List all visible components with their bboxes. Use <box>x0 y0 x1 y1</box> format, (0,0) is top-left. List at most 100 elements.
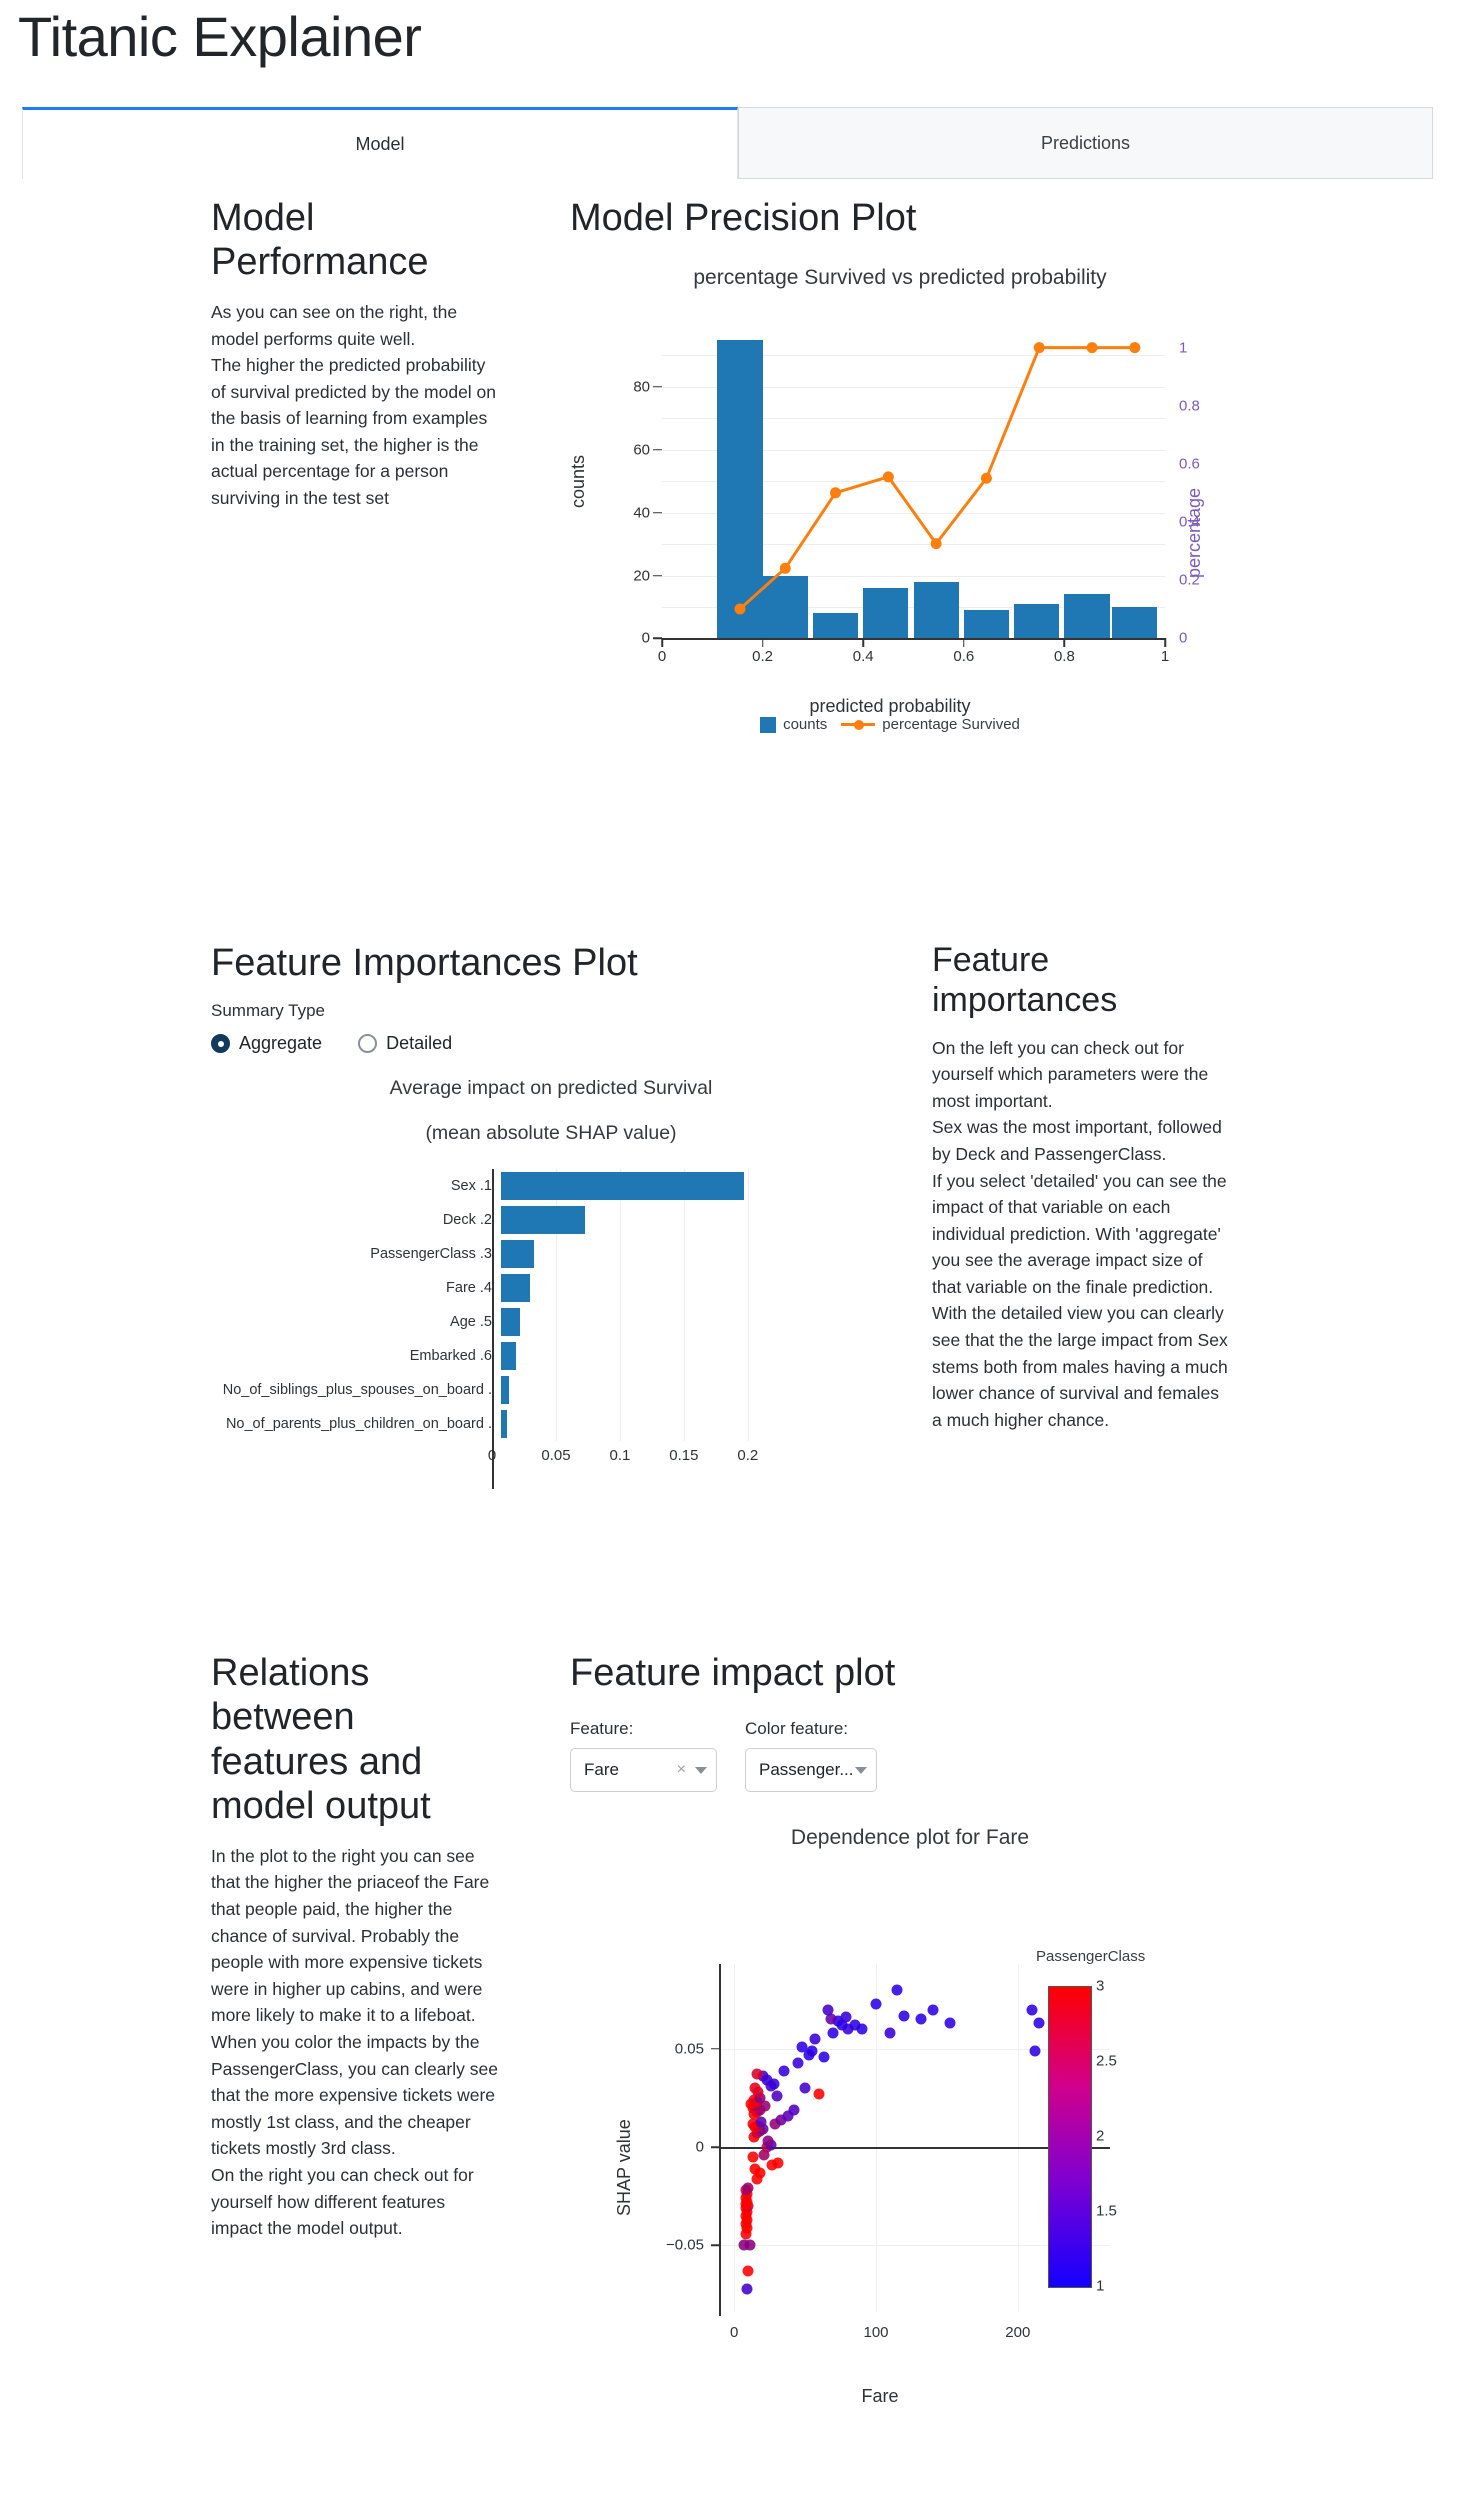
relations-body: In the plot to the right you can see tha… <box>211 1843 501 2242</box>
y-tick-label: 40 <box>633 504 650 522</box>
color-feature-select[interactable]: Passenger... <box>745 1748 877 1793</box>
y-tick-mark <box>653 448 662 451</box>
importance-x-tick: 0 <box>487 1447 497 1465</box>
x-tick-label: 0.8 <box>1053 648 1075 666</box>
x-tick-label: 0.4 <box>852 648 874 666</box>
dep-x-tick: 200 <box>1005 2324 1031 2342</box>
feature-select-group: Feature: Fare × <box>570 1719 717 1793</box>
bar-swatch-icon <box>760 716 777 733</box>
scatter-point <box>809 2033 821 2045</box>
importance-track <box>501 1169 767 1203</box>
y-tick-mark <box>653 511 662 514</box>
clear-icon[interactable]: × <box>677 1761 686 1779</box>
summary-type-radio-group: Aggregate Detailed <box>211 1033 891 1054</box>
colorbar-tick-label: 1 <box>1096 2277 1105 2295</box>
feature-select[interactable]: Fare × <box>570 1748 717 1793</box>
x-tick-mark <box>1164 638 1166 648</box>
importance-track <box>501 1305 767 1339</box>
dep-y-tick-mark <box>711 2146 720 2148</box>
scatter-point <box>1033 2017 1045 2029</box>
percentage-line <box>734 342 1141 615</box>
grid-line-v <box>876 1964 877 2313</box>
x-tick-mark <box>661 638 663 648</box>
precision-legend: counts percentage Survived <box>570 716 1210 733</box>
feature-importances-heading: Feature Importances Plot <box>211 942 638 984</box>
tab-predictions[interactable]: Predictions <box>738 107 1433 179</box>
x-tick-label: 0.2 <box>752 648 774 666</box>
dep-y-tick-mark <box>711 2048 720 2050</box>
scatter-point <box>749 2163 761 2175</box>
dependence-plot: 0.05 0 −0.05 0 100 200 SHAP value Fare Passen… <box>570 1886 1230 2446</box>
scatter-point <box>749 2082 761 2094</box>
dep-y-tick: −0.05 <box>666 2236 704 2254</box>
grid-line-v <box>734 1964 736 2313</box>
importance-row: 4. Fare <box>207 1271 767 1305</box>
scatter-point <box>884 2027 896 2039</box>
scatter-point <box>818 2051 830 2063</box>
text-line: Sex was the most important, followed by … <box>932 1117 1222 1164</box>
text-line: The higher the predicted probability of … <box>211 355 497 509</box>
chevron-down-icon-2[interactable] <box>855 1766 867 1774</box>
y-tick-mark <box>653 386 662 388</box>
x-tick-label: 1 <box>1160 648 1170 666</box>
importance-row: . No_of_parents_plus_children_on_board <box>207 1407 767 1441</box>
scatter-point <box>944 2017 956 2029</box>
x-tick-mark <box>1063 638 1066 648</box>
text-line: In the plot to the right you can see tha… <box>211 1845 490 2026</box>
importance-row: 6. Embarked <box>207 1339 767 1373</box>
dep-x-tick: 100 <box>863 2324 889 2342</box>
importance-x-tick: 0.15 <box>669 1447 699 1465</box>
precision-plot-title: percentage Survived vs predicted probabi… <box>693 266 1107 290</box>
relations-heading: Relations between features and model out… <box>211 1652 431 1828</box>
importance-bar <box>501 1308 521 1337</box>
tab-model[interactable]: Model <box>22 107 738 179</box>
scatter-point <box>772 2157 784 2169</box>
importance-bar <box>501 1342 517 1371</box>
importance-x-tick: 0.2 <box>737 1447 759 1465</box>
importance-axis-line <box>492 1169 494 1490</box>
importance-track <box>501 1407 767 1441</box>
tab-model-label: Model <box>355 134 405 154</box>
color-feature-select-value: Passenger... <box>759 1760 854 1780</box>
text-line: When you color the impacts by the Passen… <box>211 2031 498 2159</box>
radio-option-detailed[interactable]: Detailed <box>358 1033 452 1054</box>
scatter-point <box>778 2065 790 2077</box>
tab-predictions-label: Predictions <box>1040 132 1131 153</box>
colorbar-tick-label: 3 <box>1096 1977 1105 1995</box>
scatter-point <box>825 2013 837 2025</box>
feature-importance-chart: 1. Sex 2. Deck 3. PassengerClass 4. Fare… <box>207 1169 767 1490</box>
x-tick-mark <box>761 638 764 648</box>
line-swatch-icon <box>841 719 876 730</box>
importance-bar <box>501 1206 586 1235</box>
model-precision-panel: Model Precision Plot percentage Survived… <box>568 196 1230 738</box>
feature-select-value: Fare <box>584 1760 619 1780</box>
text-line: On the right you can check out for yours… <box>211 2164 474 2239</box>
importance-track <box>501 1271 767 1305</box>
importance-track <box>501 1339 767 1373</box>
importance-label: . No_of_siblings_plus_spouses_on_board <box>222 1382 492 1399</box>
scatter-point <box>870 1998 882 2010</box>
chevron-down-icon[interactable] <box>695 1766 707 1774</box>
grid-line-v <box>1017 1964 1019 2313</box>
radio-detailed-icon[interactable] <box>358 1034 378 1054</box>
scatter-point <box>856 2023 868 2035</box>
importance-label: 2. Deck <box>442 1212 492 1229</box>
importance-label: 5. Age <box>450 1314 492 1331</box>
importance-bar <box>501 1274 531 1303</box>
importance-bar <box>501 1172 745 1201</box>
colorbar <box>1048 1986 1092 2289</box>
radio-aggregate-icon[interactable] <box>211 1034 230 1054</box>
importance-label: . No_of_parents_plus_children_on_board <box>225 1416 492 1433</box>
scatter-point <box>822 2004 834 2016</box>
radio-detailed-label: Detailed <box>386 1033 453 1054</box>
feature-impact-heading: Feature impact plot <box>570 1652 896 1694</box>
precision-y2-axis-label: percentage <box>1184 488 1204 579</box>
importance-label: 4. Fare <box>446 1280 492 1297</box>
colorbar-tick-label: 2.5 <box>1096 2052 1117 2070</box>
text-line: If you select 'detailed' you can see the… <box>932 1170 1228 1430</box>
importance-x-tick: 0.05 <box>541 1447 571 1465</box>
colorbar-tick-label: 2 <box>1096 2127 1105 2145</box>
x-tick-mark <box>862 638 864 648</box>
radio-option-aggregate[interactable]: Aggregate <box>211 1033 322 1054</box>
importance-bar <box>501 1240 535 1269</box>
